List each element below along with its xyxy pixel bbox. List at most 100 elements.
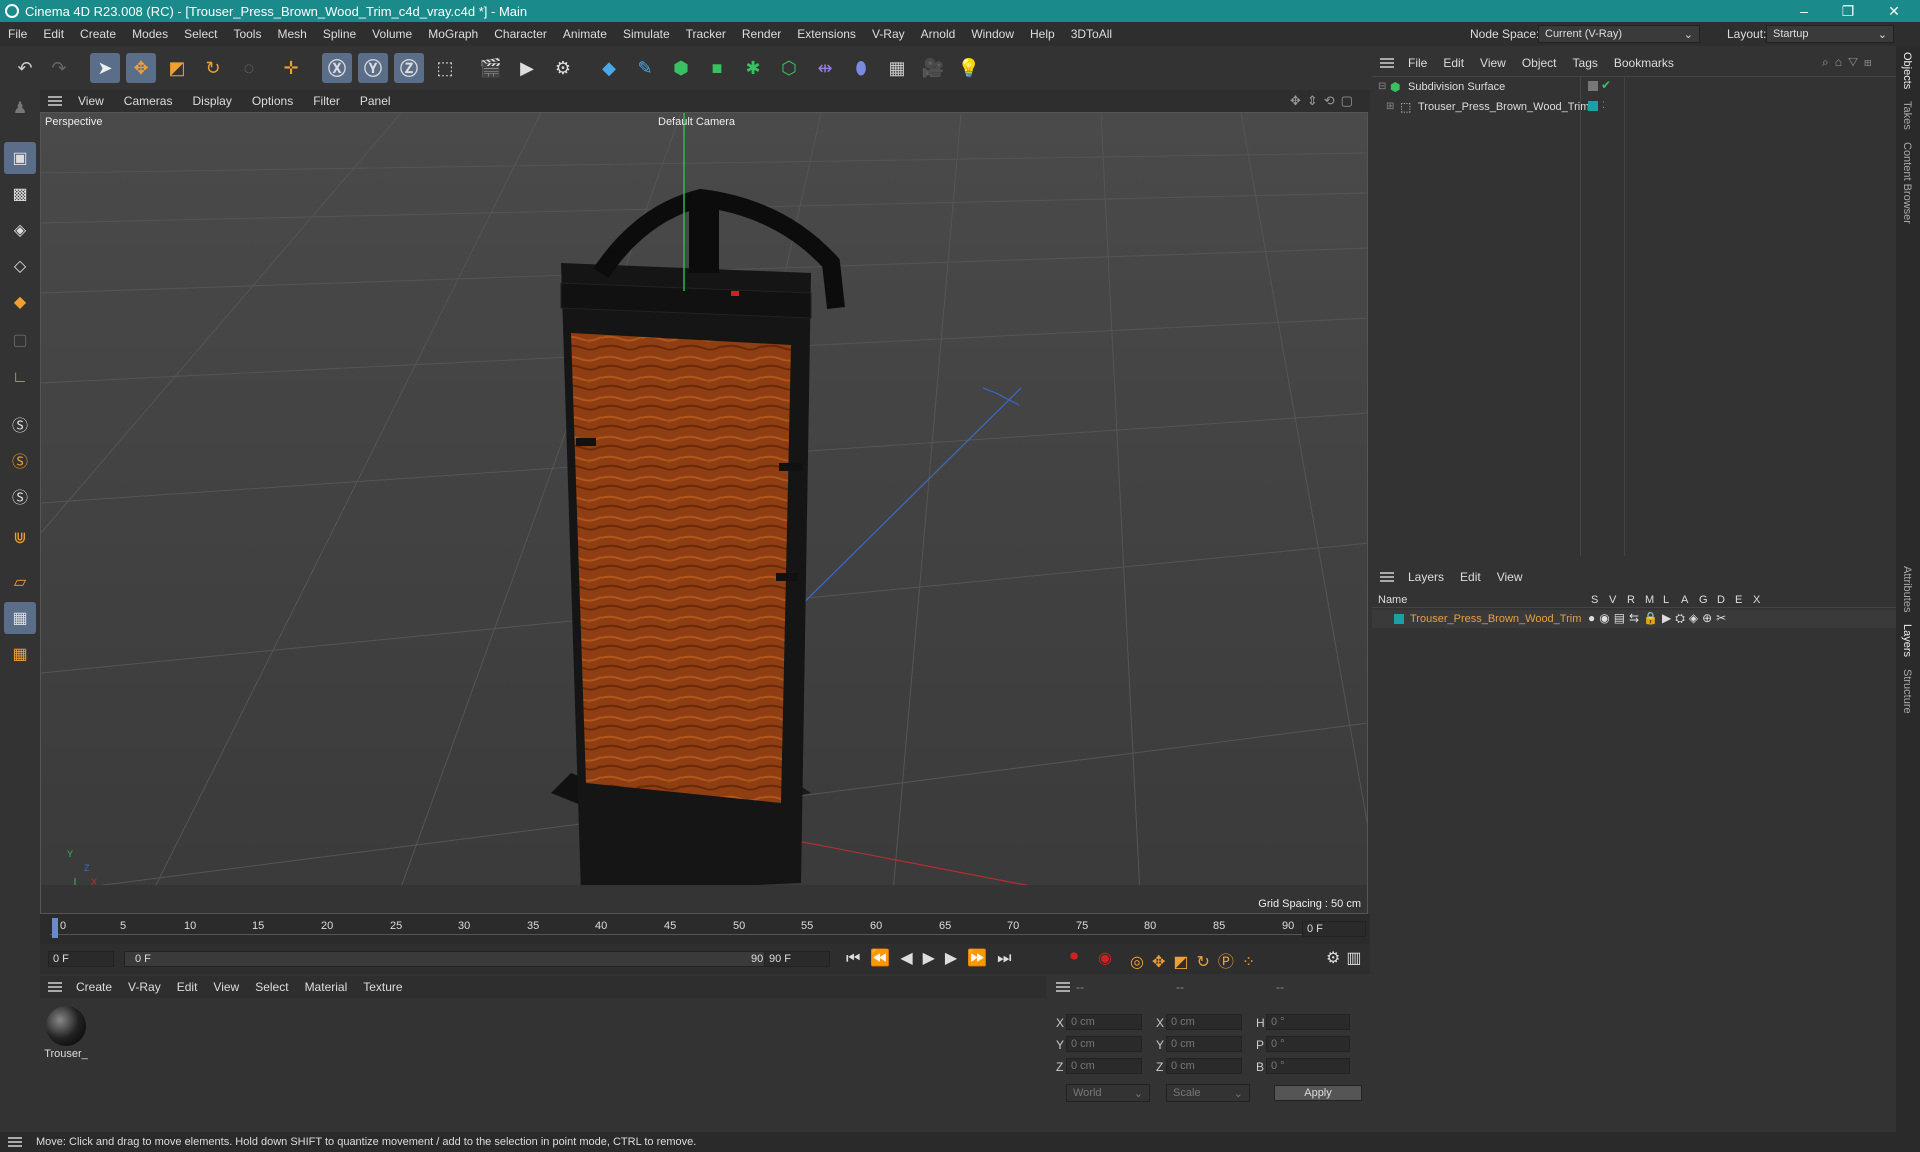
viewport-menu-cameras[interactable]: Cameras [114,94,183,108]
spline-pen-icon[interactable]: ✎ [630,53,660,83]
menu-arnold[interactable]: Arnold [913,27,964,41]
expand-icon[interactable]: ⊟ [1378,81,1386,92]
menu-tracker[interactable]: Tracker [678,27,734,41]
make-editable-icon[interactable]: ♟ [4,92,36,124]
menu-volume[interactable]: Volume [364,27,420,41]
menu-render[interactable]: Render [734,27,789,41]
menu-edit[interactable]: Edit [35,27,72,41]
menu-tools[interactable]: Tools [225,27,269,41]
menu-select[interactable]: Select [176,27,225,41]
scale-dropdown[interactable]: Scale ⌄ [1166,1084,1250,1102]
transform-tool-icon[interactable]: ◌ [234,53,264,83]
uv-mode-icon[interactable]: ▢ [4,324,36,356]
size-y-field[interactable]: 0 cm [1166,1036,1242,1052]
material-swatch[interactable]: Trouser_ [44,1006,88,1066]
viewport-nav-icons[interactable]: ✥⇕⟲▢ [1290,93,1359,109]
menu-create[interactable]: Create [72,27,124,41]
y-axis-lock-icon[interactable]: Ⓨ [358,53,388,83]
menu-spline[interactable]: Spline [315,27,364,41]
frame-range-slider[interactable]: 0 F 90 F [124,951,784,967]
material-menu-vray[interactable]: V-Ray [120,980,169,994]
tab-structure[interactable]: Structure [1901,663,1913,720]
start-frame-field[interactable]: 0 F [48,951,114,967]
object-menu-file[interactable]: File [1400,56,1435,70]
expand-icon[interactable]: ⊞ [1386,101,1394,112]
layer-swatch[interactable] [1588,81,1598,91]
menu-mograph[interactable]: MoGraph [420,27,486,41]
visibility-dots-icon[interactable]: ⁚ [1602,100,1605,111]
object-menu-edit[interactable]: Edit [1435,56,1472,70]
render-view-icon[interactable]: ▶ [512,53,542,83]
viewport-menu-panel[interactable]: Panel [350,94,401,108]
menu-animate[interactable]: Animate [555,27,615,41]
cloner-icon[interactable]: ✱ [738,53,768,83]
render-settings-icon[interactable]: ⚙ [548,53,578,83]
object-menu-bookmarks[interactable]: Bookmarks [1606,56,1682,70]
menu-mesh[interactable]: Mesh [269,27,314,41]
viewport-menu-display[interactable]: Display [182,94,241,108]
object-row[interactable]: ⊟ ⬢ Subdivision Surface ✔ [1372,78,1896,96]
transport-controls[interactable]: ⏮⏪◀▶▶⏩⏭ [846,948,1022,968]
position-z-field[interactable]: 0 cm [1066,1058,1142,1074]
tab-takes[interactable]: Takes [1901,95,1913,136]
mograph-icon[interactable]: ⬡ [774,53,804,83]
tab-content-browser[interactable]: Content Browser [1901,136,1913,230]
layer-row[interactable]: Trouser_Press_Brown_Wood_Trim ●◉▤⇆🔒▶⛭◈⊕✂ [1372,610,1896,628]
hamburger-icon[interactable] [48,96,62,106]
camera-icon[interactable]: 🎥 [918,53,948,83]
object-row[interactable]: ⊞ ⬚ Trouser_Press_Brown_Wood_Trim ⁚ [1372,98,1896,116]
menu-modes[interactable]: Modes [124,27,176,41]
rotate-tool-icon[interactable]: ↻ [198,53,228,83]
light-icon[interactable]: 💡 [954,53,984,83]
deformer-icon[interactable]: ⇹ [810,53,840,83]
object-search-icons[interactable]: ⌕⌂▽⊞ [1822,55,1878,70]
menu-window[interactable]: Window [963,27,1022,41]
layer-menu-view[interactable]: View [1489,570,1531,584]
viewport-menu-options[interactable]: Options [242,94,303,108]
snap-settings-icon[interactable]: Ⓢ [4,444,36,476]
material-menu-edit[interactable]: Edit [169,980,206,994]
extrude-icon[interactable]: ■ [702,53,732,83]
quantize-icon[interactable]: Ⓢ [4,480,36,512]
hamburger-icon[interactable] [48,982,62,992]
grid-icon[interactable]: ▦ [4,602,36,634]
material-menu-create[interactable]: Create [68,980,120,994]
record-icon[interactable]: ⏺ [1070,948,1078,966]
viewport-menu-view[interactable]: View [68,94,114,108]
position-y-field[interactable]: 0 cm [1066,1036,1142,1052]
menu-vray[interactable]: V-Ray [864,27,913,41]
tab-objects[interactable]: Objects [1901,46,1913,95]
redo-icon[interactable]: ↷ [44,53,74,83]
object-menu-object[interactable]: Object [1514,56,1565,70]
snap-icon[interactable]: Ⓢ [4,408,36,440]
position-x-field[interactable]: 0 cm [1066,1014,1142,1030]
points-mode-icon[interactable]: ◈ [4,214,36,246]
magnet-icon[interactable]: ⋓ [4,522,36,554]
undo-icon[interactable]: ↶ [10,53,40,83]
layer-swatch[interactable] [1588,101,1598,111]
tab-attributes[interactable]: Attributes [1901,560,1913,618]
menu-3dtoall[interactable]: 3DToAll [1063,27,1120,41]
end-frame-field[interactable]: 90 F [764,951,830,967]
layer-toggle-icons[interactable]: ●◉▤⇆🔒▶⛭◈⊕✂ [1588,611,1730,626]
coordinate-system-icon[interactable]: ⬚ [430,53,460,83]
hamburger-icon[interactable] [8,1137,22,1147]
menu-help[interactable]: Help [1022,27,1063,41]
key-filter-icons[interactable]: ◎✥◩↻Ⓟ⁘ [1130,948,1263,972]
menu-simulate[interactable]: Simulate [615,27,678,41]
check-icon[interactable]: ✔ [1601,78,1611,92]
rotation-b-field[interactable]: 0 ° [1266,1058,1350,1074]
hamburger-icon[interactable] [1380,58,1394,68]
timeline-mode-icons[interactable]: ⚙▥ [1326,948,1367,968]
material-menu-texture[interactable]: Texture [355,980,410,994]
node-space-dropdown[interactable]: Current (V-Ray) ⌄ [1538,25,1700,43]
layer-color-swatch[interactable] [1394,614,1404,624]
floor-icon[interactable]: ▦ [882,53,912,83]
lock-workplane-icon[interactable]: ▦ [4,638,36,670]
close-button[interactable]: ✕ [1872,0,1916,22]
render-region-icon[interactable]: 🎬 [476,53,506,83]
maximize-button[interactable]: ❐ [1826,0,1870,22]
select-tool-icon[interactable]: ➤ [90,53,120,83]
workplane-grid-icon[interactable]: ▱ [4,566,36,598]
viewport-menu-filter[interactable]: Filter [303,94,350,108]
